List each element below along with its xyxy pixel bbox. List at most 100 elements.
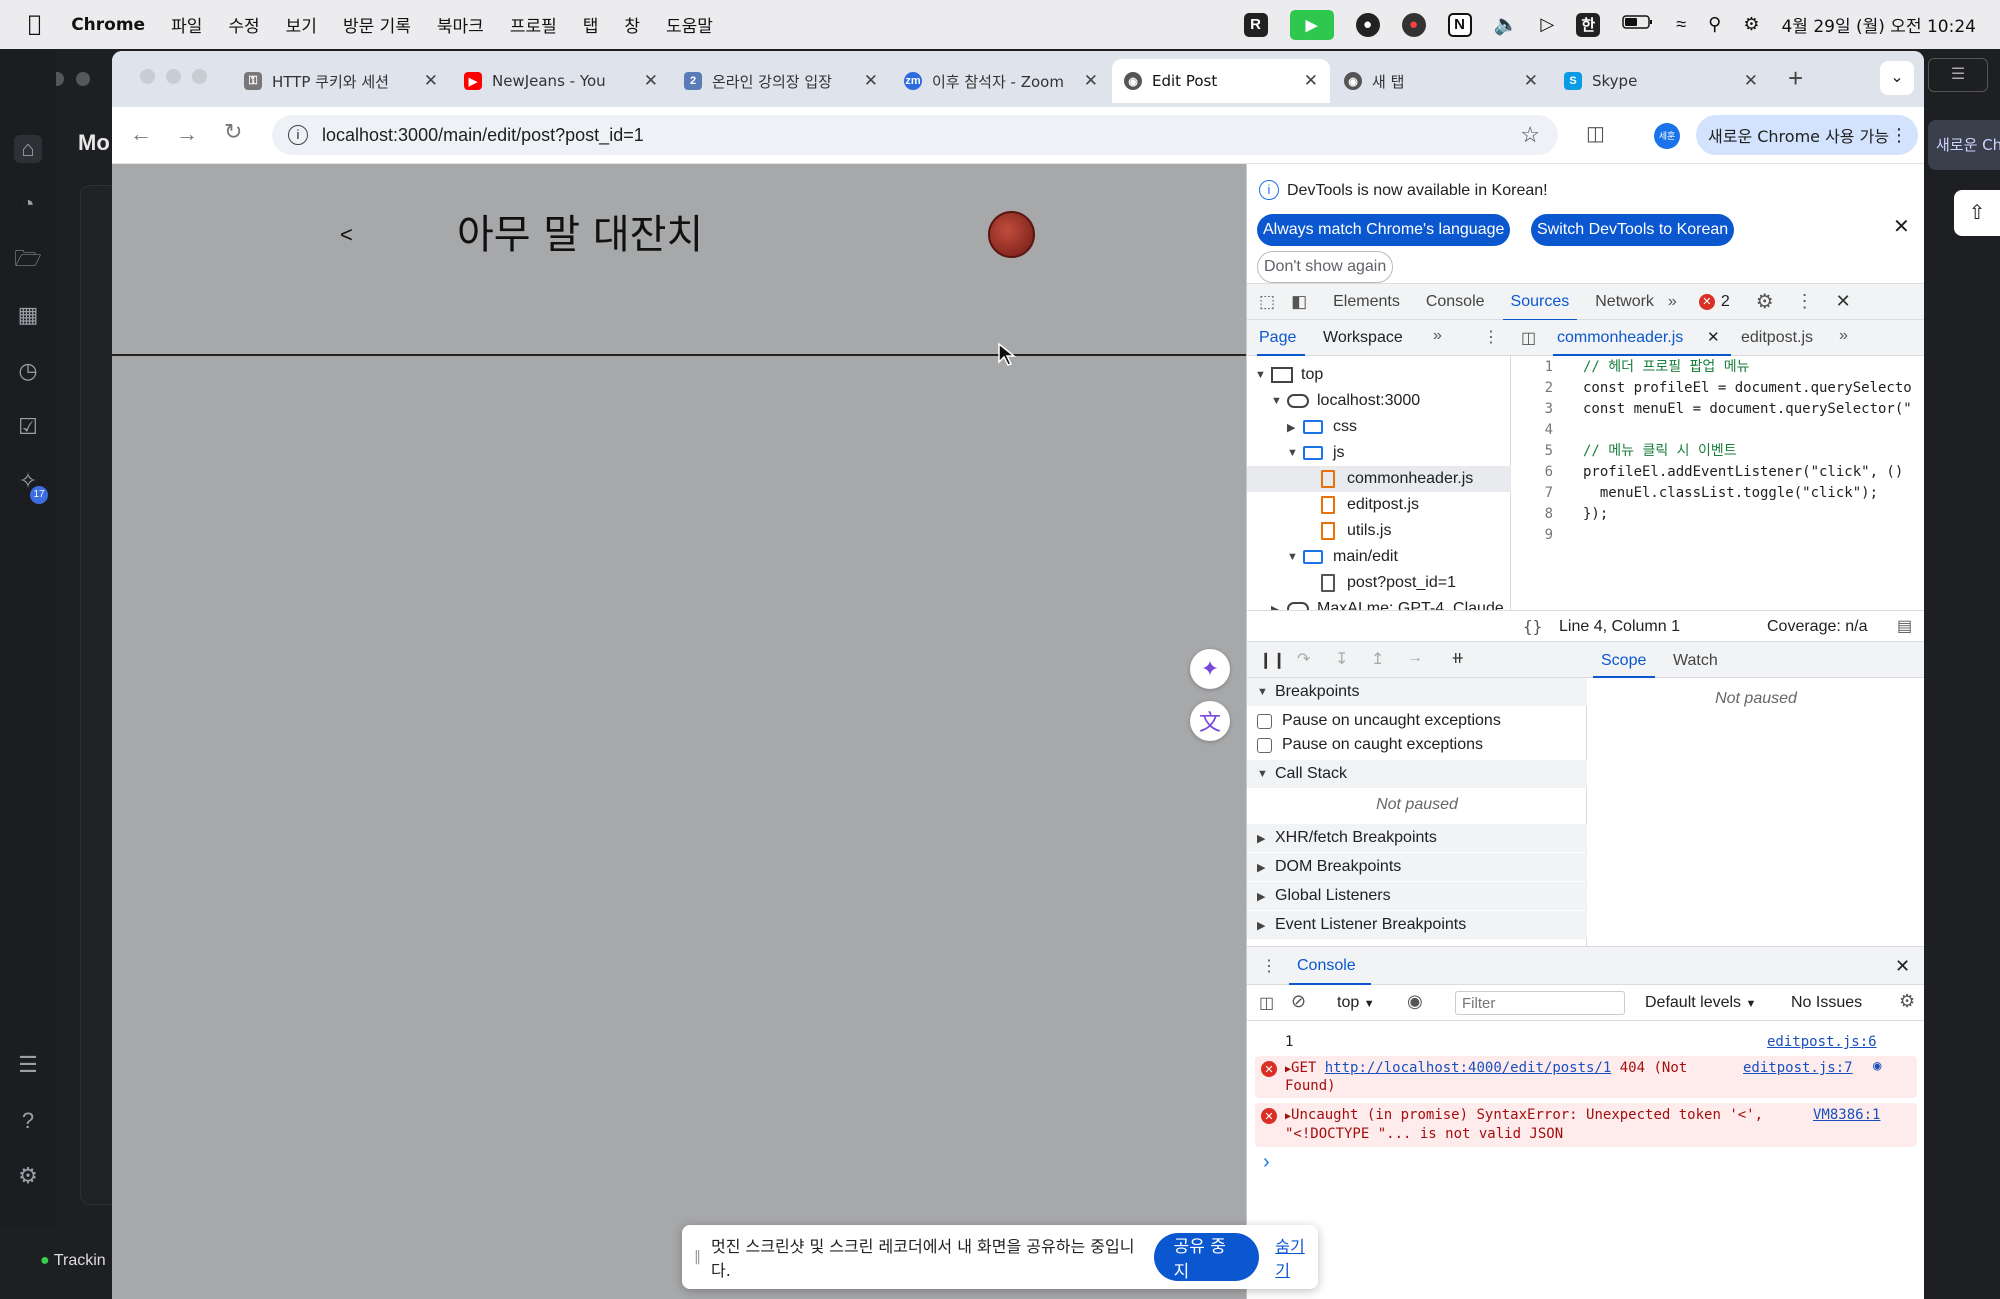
tree-host[interactable]: ▼ localhost:3000 [1271, 388, 1420, 414]
error-counter[interactable]: ✕ 2 [1698, 293, 1730, 311]
drawer-toggle-icon[interactable]: ▤ [1897, 616, 1912, 636]
tab-scope[interactable]: Scope [1601, 652, 1646, 670]
settings-gear-icon[interactable]: ⚙ [1756, 289, 1774, 314]
step-into-icon[interactable]: ↧ [1335, 649, 1348, 669]
new-tab-button[interactable]: + [1788, 63, 1803, 94]
settings-icon[interactable]: ⚙ [14, 1162, 42, 1190]
forward-icon[interactable]: → [176, 121, 198, 147]
chrome-update-button[interactable]: 새로운 Chrome 사용 가능 ⋮ [1696, 115, 1918, 155]
code-line[interactable]: 1 // 헤더 프로필 팝업 메뉴 [1511, 357, 1750, 377]
share-icon[interactable]: ⇧ [1954, 190, 2000, 236]
tree-top[interactable]: ▼ top [1255, 362, 1323, 388]
close-icon[interactable]: ✕ [1304, 71, 1318, 91]
drawer-tab-console[interactable]: Console [1297, 957, 1356, 975]
step-icon[interactable]: → [1407, 649, 1423, 667]
menu-edit[interactable]: 수정 [228, 12, 259, 37]
address-bar[interactable]: i localhost:3000/main/edit/post?post_id=… [272, 115, 1558, 155]
step-out-icon[interactable]: ↥ [1371, 649, 1384, 669]
console-filter-input[interactable] [1455, 991, 1625, 1015]
editor-tab-editpost[interactable]: editpost.js [1741, 329, 1813, 347]
settings-gear-icon[interactable]: ⚙ [1899, 991, 1915, 1012]
tab-skype[interactable]: S Skype ✕ [1552, 59, 1770, 103]
menu-view[interactable]: 보기 [286, 12, 317, 37]
close-icon[interactable]: ✕ [1744, 71, 1758, 91]
tab-search-button[interactable]: ⌄ [1880, 61, 1914, 95]
close-icon[interactable]: ✕ [1895, 956, 1910, 977]
drag-handle-icon[interactable]: ‖ [694, 1249, 701, 1265]
site-info-icon[interactable]: i [288, 125, 308, 145]
section-breakpoints[interactable]: ▼ Breakpoints [1247, 678, 1587, 706]
tree-folder-css[interactable]: ▶ css [1287, 414, 1357, 440]
pretty-print-icon[interactable]: {} [1523, 617, 1542, 636]
close-icon[interactable]: ✕ [424, 71, 438, 91]
menu-profiles[interactable]: 프로필 [510, 12, 557, 37]
tab-http-cookies[interactable]: ⚿ HTTP 쿠키와 세션 ✕ [232, 59, 450, 103]
console-prompt[interactable]: › [1263, 1151, 1270, 1174]
home-icon[interactable]: ⌂ [14, 135, 42, 163]
pause-uncaught-checkbox[interactable]: Pause on uncaught exceptions [1257, 712, 1501, 730]
device-toolbar-icon[interactable]: ◧ [1291, 292, 1307, 312]
menu-tab[interactable]: 탭 [583, 12, 599, 37]
control-center-icon[interactable]: ⚙ [1743, 14, 1759, 35]
context-selector[interactable]: top ▼ [1337, 994, 1375, 1012]
calendar-icon[interactable]: ▦ [14, 301, 42, 329]
tree-folder-js[interactable]: ▼ js [1287, 440, 1345, 466]
battery-icon[interactable] [1622, 14, 1654, 35]
nav-tab-page[interactable]: Page [1259, 329, 1296, 347]
tab-network[interactable]: Network [1595, 293, 1654, 311]
chart-icon[interactable]: ◔ [14, 190, 42, 218]
tab-sources[interactable]: Sources [1502, 293, 1577, 321]
close-icon[interactable]: ✕ [864, 71, 878, 91]
section-xhr-breakpoints[interactable]: ▶ XHR/fetch Breakpoints [1247, 824, 1587, 852]
reload-icon[interactable]: ↻ [224, 119, 242, 145]
zoom-window-button[interactable] [192, 69, 207, 84]
close-window-button[interactable] [140, 69, 155, 84]
facetime-icon[interactable]: ▶ [1289, 9, 1334, 40]
sidebar-toggle-icon[interactable]: ◫ [1259, 993, 1274, 1013]
close-icon[interactable]: ✕ [1084, 71, 1098, 91]
checkbox-icon[interactable]: ☑ [14, 413, 42, 441]
extensions-icon[interactable]: ◫ [1586, 121, 1605, 146]
tab-online-lecture[interactable]: 2 온라인 강의장 입장 ✕ [672, 59, 890, 103]
input-source-icon[interactable]: 한 [1576, 12, 1601, 37]
kebab-menu-icon[interactable]: ⋮ [1483, 327, 1499, 347]
menu-bookmarks[interactable]: 북마크 [437, 12, 484, 37]
hide-link[interactable]: 숨기기 [1275, 1233, 1318, 1281]
message-text[interactable]: ▶Uncaught (in promise) SyntaxError: Unex… [1285, 1107, 1763, 1123]
pause-caught-checkbox[interactable]: Pause on caught exceptions [1257, 736, 1483, 754]
spotlight-icon[interactable]: ⚲ [1708, 14, 1721, 35]
volume-icon[interactable]: 🔈 [1494, 12, 1519, 37]
play-icon[interactable]: ▷ [1540, 14, 1554, 35]
nav-tab-workspace[interactable]: Workspace [1323, 329, 1403, 347]
back-icon[interactable]: ← [130, 121, 152, 147]
editor-tab-commonheader[interactable]: commonheader.js [1557, 329, 1683, 347]
tab-watch[interactable]: Watch [1673, 652, 1718, 670]
r-app-icon[interactable]: R [1243, 12, 1268, 37]
wifi-icon[interactable]: ≈ [1676, 14, 1686, 35]
menu-history[interactable]: 방문 기록 [343, 12, 411, 37]
close-devtools-icon[interactable]: ✕ [1836, 291, 1851, 312]
message-source-link[interactable]: editpost.js:6 [1767, 1034, 1877, 1050]
menu-help[interactable]: 도움말 [666, 12, 713, 37]
pause-icon[interactable]: ❙❙ [1259, 650, 1286, 670]
folder-icon[interactable]: 🗁 [14, 245, 42, 273]
url-text[interactable]: localhost:3000/main/edit/post?post_id=1 [322, 125, 644, 146]
section-dom-breakpoints[interactable]: ▶ DOM Breakpoints [1247, 853, 1587, 881]
close-icon[interactable]: ✕ [1707, 328, 1720, 346]
ai-sparkle-icon[interactable]: ✦ [1190, 649, 1230, 689]
code-line[interactable]: 5 // 메뉴 클릭 시 이벤트 [1511, 441, 1737, 461]
code-line[interactable]: 2 const profileEl = document.querySelecto [1511, 378, 1912, 398]
log-levels-dropdown[interactable]: Default levels ▼ [1645, 994, 1756, 1012]
more-tabs-icon[interactable]: » [1839, 327, 1848, 345]
page-back-button[interactable]: < [340, 222, 353, 248]
step-over-icon[interactable]: ↷ [1297, 649, 1310, 669]
tab-zoom[interactable]: zm 이후 참석자 - Zoom ✕ [892, 59, 1110, 103]
tree-folder-main-edit[interactable]: ▼ main/edit [1287, 544, 1398, 570]
live-expression-eye-icon[interactable]: ◉ [1407, 991, 1423, 1012]
help-icon[interactable]: ? [14, 1107, 42, 1135]
dont-show-again-button[interactable]: Don't show again [1257, 251, 1394, 283]
clear-console-icon[interactable]: ⊘ [1291, 991, 1306, 1012]
menubar-clock[interactable]: 4월 29일 (월) 오전 10:24 [1781, 12, 1976, 37]
translate-icon[interactable]: 文 [1190, 701, 1230, 741]
section-global-listeners[interactable]: ▶ Global Listeners [1247, 882, 1587, 910]
